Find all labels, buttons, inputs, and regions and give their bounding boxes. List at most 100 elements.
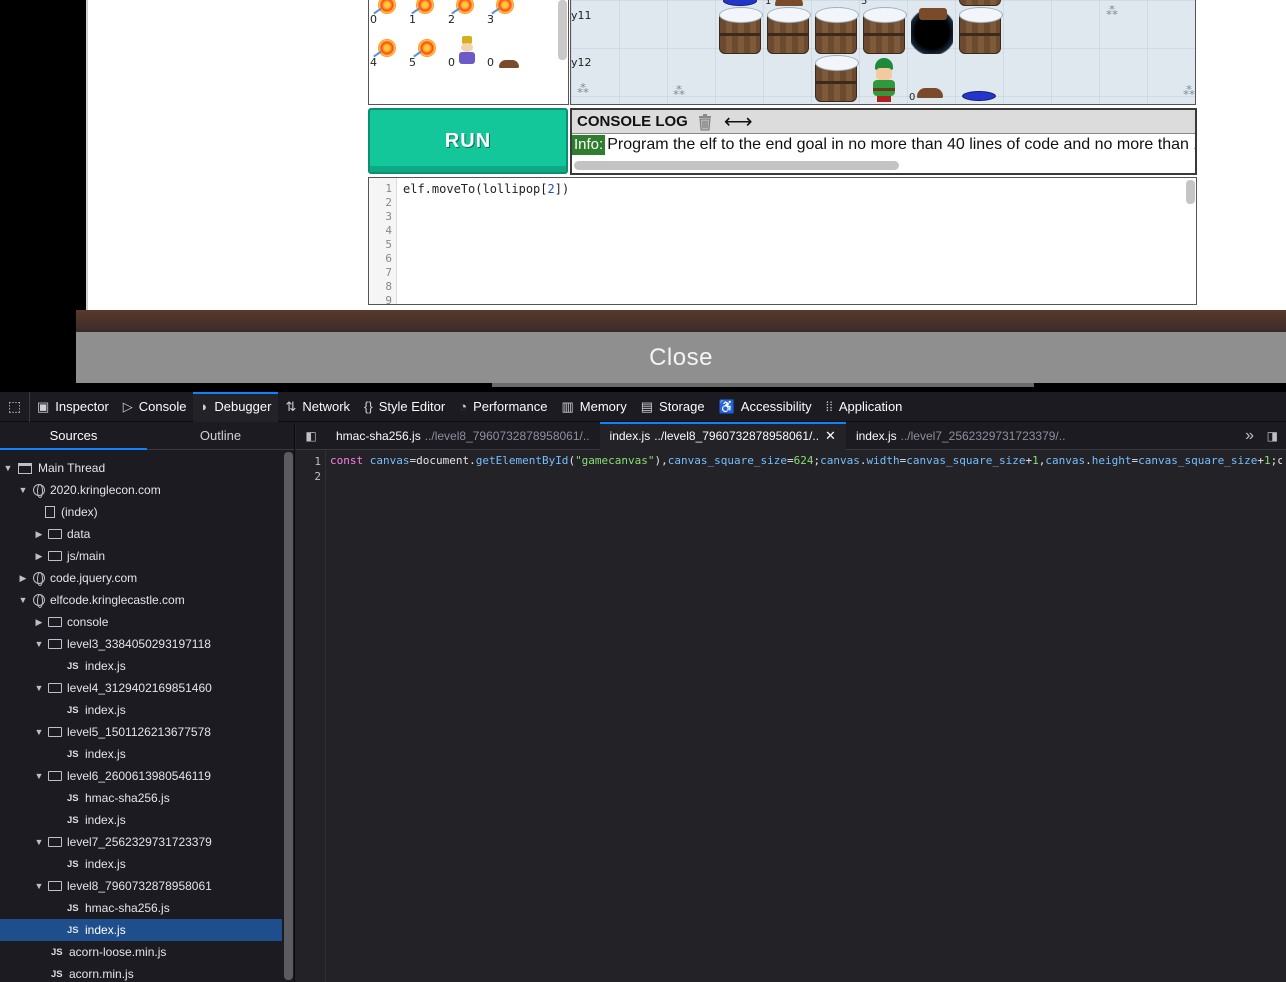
- collapsed-arrow-icon[interactable]: ▶: [33, 529, 45, 540]
- close-icon[interactable]: ✕: [825, 428, 836, 444]
- tree-item-js[interactable]: JS hmac-sha256.js: [0, 897, 282, 919]
- tab-network[interactable]: ⇅ Network: [278, 392, 357, 422]
- tree-item-js[interactable]: JS index.js: [0, 655, 282, 677]
- tab-debugger[interactable]: ◗ Debugger: [193, 391, 279, 422]
- source-code-line[interactable]: const canvas=document.getElementById("ga…: [330, 454, 1282, 474]
- tab-outline[interactable]: Outline: [147, 422, 294, 449]
- close-button[interactable]: Close: [76, 332, 1286, 383]
- tree-scrollbar[interactable]: [284, 452, 293, 980]
- barrel-icon: [719, 7, 763, 54]
- line-number: 2: [385, 196, 392, 209]
- tree-label: code.jquery.com: [50, 571, 138, 585]
- inventory-scrollbar[interactable]: [558, 0, 567, 60]
- tree-item-folder[interactable]: ▼ level7_2562329731723379: [0, 831, 282, 853]
- tree-item-js[interactable]: JS acorn.min.js: [0, 963, 282, 982]
- tab-storage[interactable]: ▤ Storage: [634, 392, 712, 422]
- collapsed-arrow-icon[interactable]: ▶: [33, 617, 45, 628]
- sidebar-toggle-icon[interactable]: ◧: [296, 422, 326, 450]
- tab-memory[interactable]: ▥ Memory: [555, 392, 634, 422]
- tree-item-js[interactable]: JS acorn-loose.min.js: [0, 941, 282, 963]
- code-editor[interactable]: 1 2 3 4 5 6 7 8 9 elf.moveTo(lollipop[2]…: [368, 177, 1197, 305]
- code-token: .: [859, 454, 867, 467]
- editor-gutter: 1 2 3 4 5 6 7 8 9: [369, 178, 397, 305]
- expanded-arrow-icon[interactable]: ▼: [33, 727, 45, 737]
- line-number: 4: [385, 224, 392, 237]
- tree-item-js[interactable]: JS hmac-sha256.js: [0, 787, 282, 809]
- tree-label: level6_2600613980546119: [67, 769, 211, 783]
- element-picker-icon[interactable]: ⬚: [0, 391, 30, 422]
- collapsed-arrow-icon[interactable]: ▶: [17, 573, 29, 584]
- lollipop-icon: [416, 0, 434, 14]
- application-icon: ⁞⁞: [825, 399, 833, 414]
- line-number: 7: [385, 266, 392, 279]
- snow-decoration: ⁂: [673, 84, 685, 98]
- file-tab-path: ../level8_7960732878958061/..: [424, 428, 590, 443]
- file-tab[interactable]: index.js ../level7_2562329731723379/..: [846, 422, 1076, 450]
- run-button[interactable]: RUN: [368, 108, 568, 174]
- tree-item-file[interactable]: (index): [0, 501, 282, 523]
- tree-item-folder[interactable]: ▼ level3_3384050293197118: [0, 633, 282, 655]
- expanded-arrow-icon[interactable]: ▼: [33, 771, 45, 781]
- code-line[interactable]: elf.moveTo(lollipop[2]): [403, 182, 569, 196]
- tree-item-js[interactable]: JS index.js: [0, 743, 282, 765]
- tab-style-editor[interactable]: {} Style Editor: [357, 392, 452, 422]
- tree-item-folder[interactable]: ▼ level4_3129402169851460: [0, 677, 282, 699]
- js-file-icon: JS: [67, 814, 79, 826]
- devtools: ⬚ ▣ Inspector ▷ Console ◗ Debugger ⇅ Network…: [0, 391, 1286, 982]
- tree-label: (index): [61, 505, 98, 519]
- lollipop-icon: [418, 39, 436, 57]
- code-token: canvas_square_size: [1138, 454, 1258, 467]
- file-tab-name: index.js: [855, 428, 897, 443]
- tree-item-domain[interactable]: ▶ code.jquery.com: [0, 567, 282, 589]
- tab-accessibility[interactable]: ♿ Accessibility: [712, 392, 819, 422]
- tab-overflow-icon[interactable]: »: [1245, 422, 1254, 450]
- code-token: "gamecanvas": [575, 454, 655, 467]
- tree-item-domain[interactable]: ▼ elfcode.kringlecastle.com: [0, 589, 282, 611]
- expanded-arrow-icon[interactable]: ▼: [17, 485, 29, 495]
- tree-item-folder[interactable]: ▶ data: [0, 523, 282, 545]
- background-strip: [76, 310, 1286, 332]
- line-number: 9: [385, 294, 392, 305]
- tree-item-js[interactable]: JS index.js: [0, 699, 282, 721]
- tree-item-js-selected[interactable]: JS index.js: [0, 919, 282, 941]
- tree-item-folder[interactable]: ▼ level6_2600613980546119: [0, 765, 282, 787]
- sources-panel: Sources Outline ▼ Main Thread ▼ 2020.kring…: [0, 422, 295, 982]
- trap-count: 0: [909, 92, 916, 103]
- file-tab[interactable]: hmac-sha256.js ../level8_7960732878958061…: [326, 422, 600, 450]
- tree-item-folder[interactable]: ▶ js/main: [0, 545, 282, 567]
- expanded-arrow-icon[interactable]: ▼: [33, 639, 45, 649]
- tab-inspector[interactable]: ▣ Inspector: [30, 392, 116, 422]
- tree-item-js[interactable]: JS index.js: [0, 853, 282, 875]
- panel-toggle-icon[interactable]: ◨: [1267, 422, 1278, 450]
- expanded-arrow-icon[interactable]: ▼: [33, 837, 45, 847]
- expanded-arrow-icon[interactable]: ▼: [17, 595, 29, 605]
- expanded-arrow-icon[interactable]: ▼: [2, 463, 14, 473]
- tree-item-js[interactable]: JS index.js: [0, 809, 282, 831]
- expanded-arrow-icon[interactable]: ▼: [33, 683, 45, 693]
- tab-application[interactable]: ⁞⁞ Application: [819, 392, 910, 422]
- editor-scrollbar[interactable]: [1186, 180, 1195, 204]
- tab-performance[interactable]: ◔ Performance: [452, 392, 554, 422]
- tree-item-folder[interactable]: ▼ level5_1501126213677578: [0, 721, 282, 743]
- expand-horizontal-icon[interactable]: ⟷: [724, 112, 753, 132]
- trash-icon[interactable]: [696, 113, 714, 131]
- console-line: Info: Program the elf to the end goal in…: [572, 134, 1195, 156]
- tab-sources[interactable]: Sources: [0, 422, 147, 450]
- console-scrollbar[interactable]: [574, 161, 899, 170]
- console-icon: ▷: [122, 398, 133, 414]
- js-file-icon: JS: [67, 660, 79, 672]
- tree-item-main-thread[interactable]: ▼ Main Thread: [0, 457, 282, 479]
- game-map: y11 y12 1 5 0 ⁂ ⁂ ⁂ ⁂: [570, 0, 1196, 105]
- elf-character: [869, 58, 899, 102]
- tab-console[interactable]: ▷ Console: [116, 392, 194, 422]
- code-token: 1: [1263, 454, 1271, 467]
- file-tab-selected[interactable]: index.js ../level8_7960732878958061/.. ✕: [599, 421, 847, 450]
- expanded-arrow-icon[interactable]: ▼: [33, 881, 45, 891]
- tree-item-folder[interactable]: ▼ level8_7960732878958061: [0, 875, 282, 897]
- code-token: const: [330, 454, 364, 467]
- tree-item-folder[interactable]: ▶ console: [0, 611, 282, 633]
- tree-label: console: [67, 615, 109, 629]
- collapsed-arrow-icon[interactable]: ▶: [33, 551, 45, 562]
- tree-item-domain[interactable]: ▼ 2020.kringlecon.com: [0, 479, 282, 501]
- code-token: width: [866, 454, 900, 467]
